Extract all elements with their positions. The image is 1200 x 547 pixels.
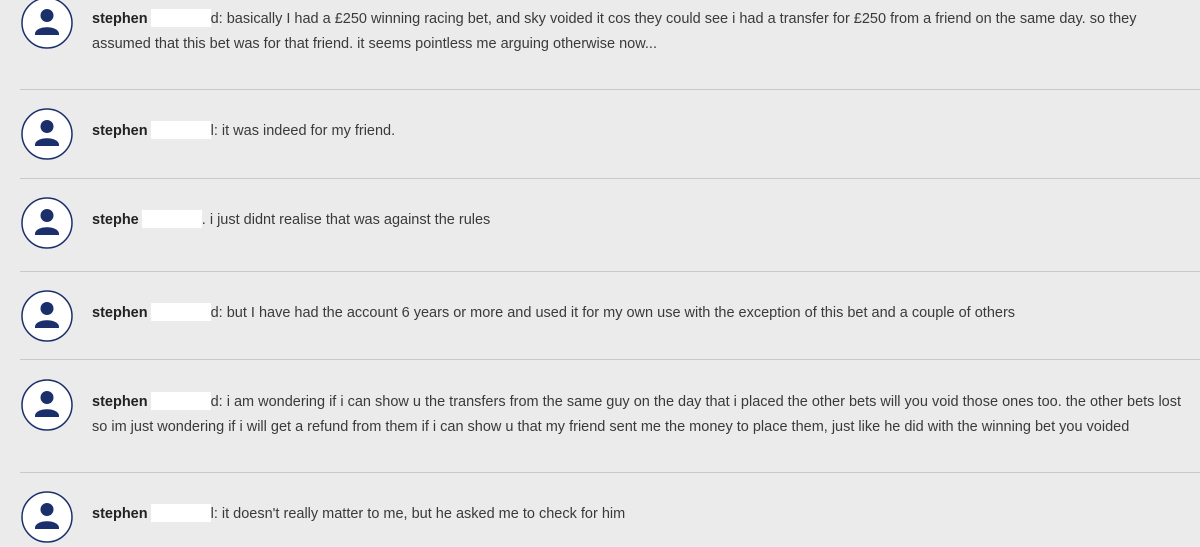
message-body: basically I had a £250 winning racing be… xyxy=(92,11,1137,52)
name-separator: l: xyxy=(210,506,218,522)
message-text-block: stephen l: it doesn't really matter to me… xyxy=(92,502,1196,527)
message-divider xyxy=(20,359,1200,360)
name-separator: d: xyxy=(210,11,223,27)
message-divider xyxy=(20,271,1200,272)
name-separator: d: xyxy=(210,305,223,321)
message-body: it doesn't really matter to me, but he a… xyxy=(221,506,626,522)
message-body: but I have had the account 6 years or mo… xyxy=(226,305,1016,321)
sender-name: stephen xyxy=(92,394,148,410)
message-text-block: stephen d: i am wondering if i can show u… xyxy=(92,390,1196,440)
name-separator: d: xyxy=(210,394,223,410)
redacted-block xyxy=(150,121,211,139)
user-avatar-icon xyxy=(21,108,73,160)
user-avatar-icon xyxy=(21,290,73,342)
sender-name: stephen xyxy=(92,506,148,522)
redacted-block xyxy=(150,392,211,410)
user-avatar-icon xyxy=(21,0,73,49)
user-avatar-icon xyxy=(21,491,73,543)
message-body: i just didnt realise that was against th… xyxy=(209,212,491,228)
name-separator: l: xyxy=(210,123,218,139)
name-separator: . xyxy=(201,212,206,228)
sender-name: stephen xyxy=(92,123,148,139)
message-body: i am wondering if i can show u the trans… xyxy=(92,394,1182,435)
message-text-block: stephen d: but I have had the account 6 y… xyxy=(92,301,1196,326)
message-divider xyxy=(20,89,1200,90)
redacted-block xyxy=(141,210,202,228)
message-divider xyxy=(20,178,1200,179)
sender-name: stephe xyxy=(92,212,139,228)
chat-transcript: stephen d: basically I had a £250 winning… xyxy=(0,0,1200,547)
redacted-block xyxy=(150,303,211,321)
message-text-block: stephen l: it was indeed for my friend. xyxy=(92,119,1196,144)
message-body: it was indeed for my friend. xyxy=(221,123,396,139)
message-divider xyxy=(20,472,1200,473)
redacted-block xyxy=(150,9,211,27)
sender-name: stephen xyxy=(92,11,148,27)
message-text-block: stephe. i just didnt realise that was ag… xyxy=(92,208,1196,233)
user-avatar-icon xyxy=(21,379,73,431)
sender-name: stephen xyxy=(92,305,148,321)
message-text-block: stephen d: basically I had a £250 winning… xyxy=(92,7,1196,57)
user-avatar-icon xyxy=(21,197,73,249)
redacted-block xyxy=(150,504,211,522)
